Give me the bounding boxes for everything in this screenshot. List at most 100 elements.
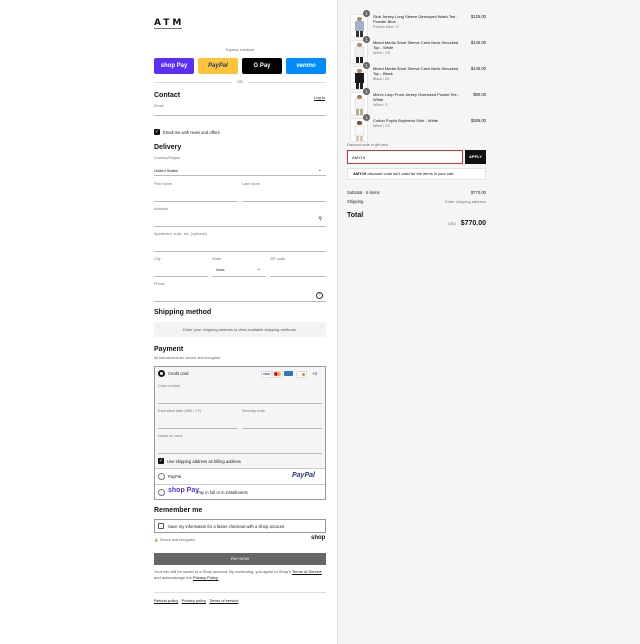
discount-label: Discount code or gift card [347, 143, 388, 147]
cart-item: 1 Mixed Media Short Sleeve Crew Neck Smo… [350, 62, 486, 90]
chevron-down-icon: ⌄ [256, 266, 261, 272]
logo-underline [154, 28, 182, 29]
shipping-value: Enter shipping address [445, 199, 486, 204]
discount-input[interactable]: AMY15 [347, 150, 463, 164]
terms-link[interactable]: Terms of Service [292, 569, 322, 574]
apply-button[interactable]: APPLY [465, 150, 486, 164]
shop-logo: shop [311, 535, 326, 541]
shoppay-button[interactable]: shop Pay [154, 58, 194, 74]
item-price: $145.00 [470, 40, 486, 45]
security-code-label: Security code [242, 409, 266, 413]
remember-title: Remember me [154, 507, 203, 514]
paypal-button[interactable]: PayPal [198, 58, 238, 74]
total-label: Total [347, 212, 364, 219]
newsletter-checkbox[interactable]: ✓ [154, 129, 160, 135]
email-field[interactable]: Email [154, 104, 326, 116]
apartment-field[interactable]: Apartment, suite, etc. (optional) [154, 232, 326, 252]
billing-same-label: Use shipping address as billing address [167, 459, 241, 464]
payment-divider [155, 484, 325, 485]
item-title: Mixed Media Short Sleeve Crew Neck Smock… [373, 40, 459, 50]
expiration-field[interactable]: Expiration date (MM / YY) [158, 409, 238, 429]
state-select[interactable]: State Iowa ⌄ [212, 257, 266, 277]
address-field[interactable]: Address ⚲ [154, 207, 326, 227]
chevron-down-icon: ⌄ [317, 167, 322, 173]
item-title: Mixed Media Short Sleeve Crew Neck Smock… [373, 66, 459, 76]
discover-icon [296, 371, 307, 378]
city-label: City [154, 257, 161, 261]
last-name-label: Last name [242, 182, 260, 186]
brand-logo[interactable]: ATM [154, 18, 184, 28]
gpay-button[interactable]: G Pay [242, 58, 282, 74]
quantity-badge: 1 [363, 88, 370, 95]
currency-code: USD [447, 221, 457, 226]
zip-field[interactable]: ZIP code [270, 257, 326, 277]
shoppay-radio[interactable] [158, 489, 165, 496]
item-variant: White / XS [373, 124, 390, 128]
paypal-radio[interactable] [158, 473, 165, 480]
secure-note: 🔒 Secure and encrypted [154, 538, 195, 542]
security-code-field[interactable]: Security code [242, 409, 322, 429]
name-on-card-field[interactable]: Name on card [158, 434, 322, 454]
error-code: AMY15 [353, 171, 367, 176]
divider-right [248, 82, 326, 83]
discount-value: AMY15 [352, 155, 366, 160]
login-link[interactable]: Log in [314, 95, 325, 100]
phone-field[interactable]: Phone ? [154, 282, 326, 302]
pay-now-button[interactable]: PAY NOW [154, 553, 326, 565]
first-name-field[interactable]: First name [154, 182, 238, 202]
first-name-label: First name [154, 182, 172, 186]
express-checkout-title: Express checkout [225, 48, 255, 52]
terms-of-service-link[interactable]: Terms of service [209, 598, 238, 603]
lock-icon: 🔒 [154, 538, 159, 542]
delivery-title: Delivery [154, 144, 182, 151]
city-field[interactable]: City [154, 257, 208, 277]
product-thumbnail [350, 66, 368, 90]
amex-icon [284, 371, 293, 376]
country-value: United States [154, 168, 179, 173]
credit-card-radio[interactable] [158, 370, 165, 377]
quantity-badge: 1 [363, 36, 370, 43]
checkout-main: ATM Express checkout shop Pay PayPal G P… [0, 0, 337, 644]
subtotal-label: Subtotal · 5 items [347, 190, 380, 195]
product-thumbnail [350, 118, 368, 142]
more-cards-badge: +4 [312, 371, 317, 376]
card-number-label: Card number [158, 384, 181, 388]
venmo-button[interactable]: venmo [286, 58, 326, 74]
card-number-field[interactable]: Card number [158, 384, 322, 404]
quantity-badge: 1 [363, 62, 370, 69]
item-price: $90.00 [473, 92, 486, 97]
billing-same-checkbox[interactable]: ✓ [158, 458, 164, 464]
mastercard-icon [272, 371, 283, 378]
error-text: discount code isn't valid for the items … [367, 171, 454, 176]
help-icon[interactable]: ? [316, 292, 323, 299]
country-label: Country/Region [154, 156, 181, 160]
item-name: Mixed Media Short Sleeve Crew Neck Smock… [373, 66, 465, 82]
paypal-logo: PayPal [292, 472, 315, 479]
state-value: Iowa [216, 267, 225, 272]
shoppay-logo: shop Pay [168, 487, 200, 494]
newsletter-label: Email me with news and offers [163, 130, 220, 135]
privacy-link[interactable]: Privacy Policy. [193, 575, 219, 580]
item-name: Men's Loop Front Jersey Oversized Pocket… [373, 92, 465, 108]
shipping-message: Enter your shipping address to view avai… [154, 322, 326, 337]
footer-divider [154, 592, 326, 593]
last-name-field[interactable]: Last name [242, 182, 326, 202]
cart-item: 1 Slub Jersey Long Sleeve Destroyed Wash… [350, 10, 486, 38]
shoppay-option-label: Pay in full or in installments [197, 490, 248, 495]
item-variant: Black / XS [373, 77, 390, 81]
item-name: Mixed Media Short Sleeve Crew Neck Smock… [373, 40, 465, 56]
product-thumbnail [350, 40, 368, 64]
or-divider: OR [237, 80, 243, 84]
cart-item: 1 Men's Loop Front Jersey Oversized Pock… [350, 88, 486, 116]
refund-policy-link[interactable]: Refund policy [154, 598, 178, 603]
paypal-option-label: PayPal [168, 474, 182, 479]
country-select[interactable]: Country/Region United States ⌄ [154, 156, 326, 176]
state-label: State [212, 257, 221, 261]
privacy-policy-link[interactable]: Privacy policy [182, 598, 206, 603]
item-title: Cotton Poplin Boyfriend Shirt - White [373, 118, 439, 123]
paypal-label: PayPal [208, 63, 228, 69]
payment-divider [155, 468, 325, 469]
shoppay-label: shop Pay [160, 63, 188, 69]
legal-text: Your info will be saved to a Shop accoun… [154, 569, 326, 580]
save-info-checkbox[interactable] [158, 523, 164, 529]
